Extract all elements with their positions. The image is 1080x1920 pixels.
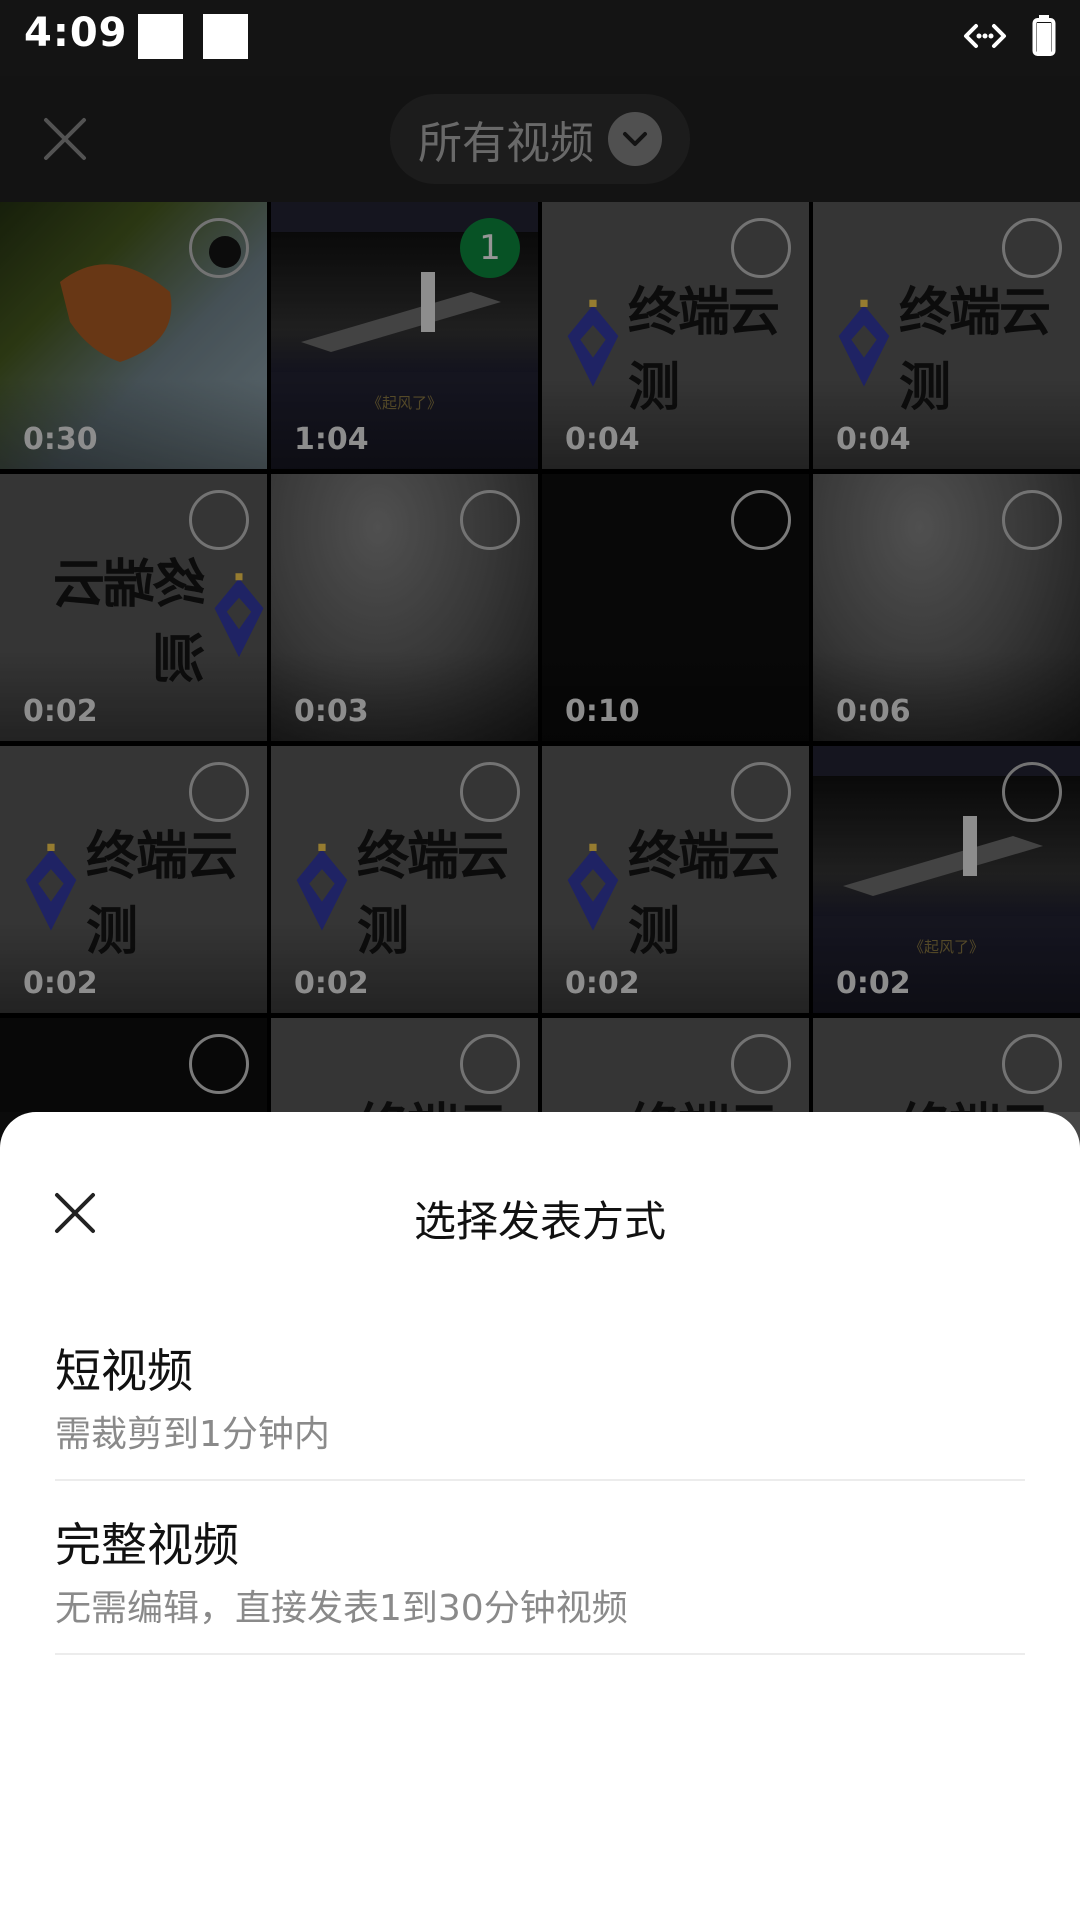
- option-full-video[interactable]: 完整视频 无需编辑，直接发表1到30分钟视频: [55, 1479, 1025, 1655]
- option-short-video[interactable]: 短视频 需裁剪到1分钟内: [55, 1305, 1025, 1481]
- option-description: 需裁剪到1分钟内: [55, 1414, 330, 1455]
- option-description: 无需编辑，直接发表1到30分钟视频: [55, 1588, 628, 1629]
- status-time: 4:09: [24, 10, 128, 56]
- data-transfer-icon: [964, 24, 1006, 48]
- sheet-title: 选择发表方式: [413, 1197, 666, 1246]
- battery-icon: [1032, 15, 1056, 56]
- notification-icon: [138, 14, 183, 59]
- option-label: 完整视频: [55, 1518, 239, 1572]
- option-label: 短视频: [55, 1344, 193, 1398]
- modal-backdrop[interactable]: [0, 76, 1080, 1112]
- notification-icon: [203, 14, 248, 59]
- status-bar: 4:09: [0, 0, 1080, 76]
